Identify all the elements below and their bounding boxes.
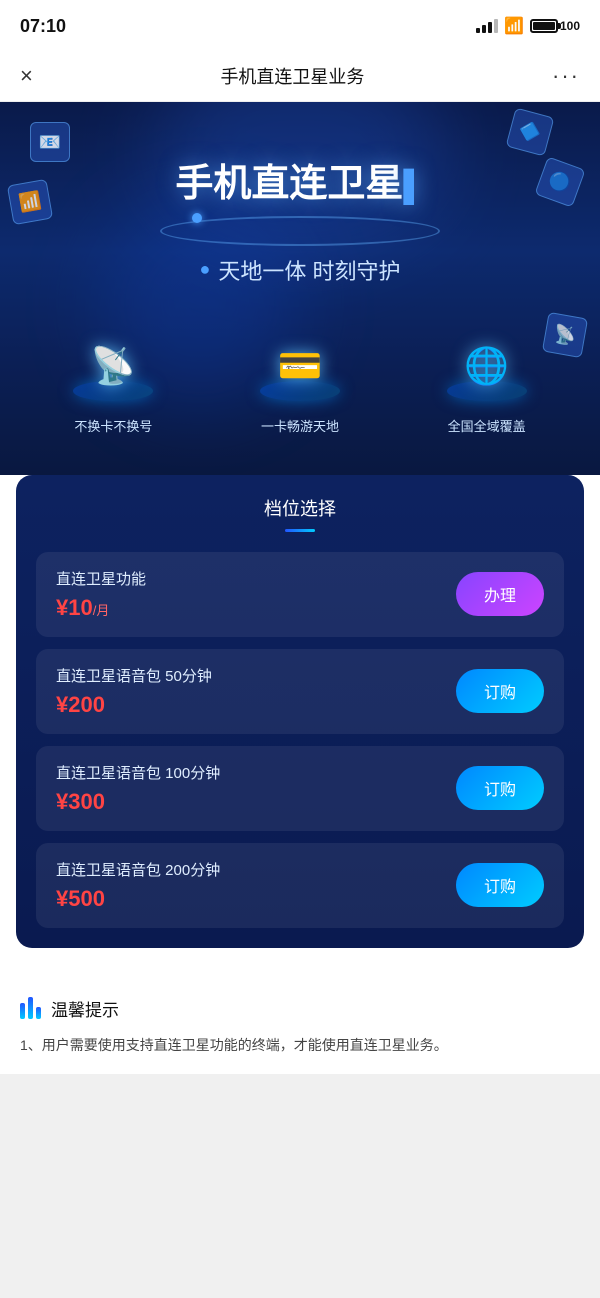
plan-info-1: 直连卫星语音包 50分钟 ¥200 (56, 665, 212, 718)
battery-level: 100 (560, 19, 580, 33)
notice-title: 温馨提示 (51, 996, 119, 1021)
plan-item-3: 直连卫星语音包 200分钟 ¥500 订购 (36, 843, 564, 928)
notice-bars-icon (20, 997, 41, 1019)
battery-icon: 100 (530, 19, 580, 33)
plan-item-1: 直连卫星语音包 50分钟 ¥200 订购 (36, 649, 564, 734)
globe-icon: 🌐 (464, 345, 509, 387)
subscribe-button-1[interactable]: 订购 (456, 669, 544, 713)
feature-label-2: 全国全域覆盖 (448, 416, 526, 435)
plan-info-3: 直连卫星语音包 200分钟 ¥500 (56, 859, 220, 912)
more-button[interactable]: ··· (552, 63, 580, 89)
page-title: 手机直连卫星业务 (220, 63, 364, 89)
status-time: 07:10 (20, 16, 66, 37)
wifi-icon: 📶 (504, 16, 524, 36)
nav-bar: × 手机直连卫星业务 ··· (0, 50, 600, 102)
feature-item-1: 💳 一卡畅游天地 (260, 326, 340, 435)
sim-card-icon: 💳 (278, 345, 323, 387)
notice-section: 温馨提示 1、用户需要使用支持直连卫星功能的终端，才能使用直连卫星业务。 (0, 980, 600, 1074)
hero-banner: 📧 🔷 📶 🔵 📡 手机直连卫星▌ ● 天地一体 时刻守护 📡 不换卡不换号 💳 (0, 102, 600, 475)
status-icons: 📶 100 (476, 16, 580, 36)
handle-button-0[interactable]: 办理 (456, 572, 544, 616)
orbit-decoration (160, 216, 440, 246)
plans-title-underline (285, 529, 315, 532)
feature-item-0: 📡 不换卡不换号 (73, 326, 153, 435)
notice-header: 温馨提示 (20, 996, 580, 1021)
signal-bars-icon (476, 19, 498, 33)
close-button[interactable]: × (20, 63, 33, 89)
hero-main-title: 手机直连卫星▌ (20, 162, 580, 208)
plan-item-0: 直连卫星功能 ¥10/月 办理 (36, 552, 564, 637)
feature-row: 📡 不换卡不换号 💳 一卡畅游天地 🌐 全国全域覆盖 (0, 306, 600, 445)
plan-info-0: 直连卫星功能 ¥10/月 (56, 568, 146, 621)
feature-icon-bg-0: 📡 (73, 326, 153, 406)
plan-name-0: 直连卫星功能 (56, 568, 146, 589)
notice-content: 1、用户需要使用支持直连卫星功能的终端，才能使用直连卫星业务。 (20, 1033, 580, 1058)
plan-price-1: ¥200 (56, 692, 212, 718)
plan-item-2: 直连卫星语音包 100分钟 ¥300 订购 (36, 746, 564, 831)
subscribe-button-2[interactable]: 订购 (456, 766, 544, 810)
plan-price-2: ¥300 (56, 789, 220, 815)
feature-icon-bg-2: 🌐 (447, 326, 527, 406)
plan-price-3: ¥500 (56, 886, 220, 912)
hero-subtitle: ● 天地一体 时刻守护 (20, 254, 580, 286)
plan-price-0: ¥10/月 (56, 595, 146, 621)
feature-item-2: 🌐 全国全域覆盖 (447, 326, 527, 435)
feature-label-1: 一卡畅游天地 (261, 416, 339, 435)
plan-info-2: 直连卫星语音包 100分钟 ¥300 (56, 762, 220, 815)
plans-card: 档位选择 直连卫星功能 ¥10/月 办理 直连卫星语音包 50分钟 ¥200 订… (16, 475, 584, 948)
plan-name-2: 直连卫星语音包 100分钟 (56, 762, 220, 783)
hero-title-area: 手机直连卫星▌ ● 天地一体 时刻守护 (0, 102, 600, 306)
subscribe-button-3[interactable]: 订购 (456, 863, 544, 907)
satellite-dish-icon: 📡 (91, 345, 136, 387)
plan-name-3: 直连卫星语音包 200分钟 (56, 859, 220, 880)
feature-label-0: 不换卡不换号 (74, 416, 152, 435)
plan-name-1: 直连卫星语音包 50分钟 (56, 665, 212, 686)
status-bar: 07:10 📶 100 (0, 0, 600, 50)
plans-section-title: 档位选择 (36, 495, 564, 521)
feature-icon-bg-1: 💳 (260, 326, 340, 406)
plans-header: 档位选择 (36, 495, 564, 532)
plans-section: 档位选择 直连卫星功能 ¥10/月 办理 直连卫星语音包 50分钟 ¥200 订… (0, 475, 600, 980)
